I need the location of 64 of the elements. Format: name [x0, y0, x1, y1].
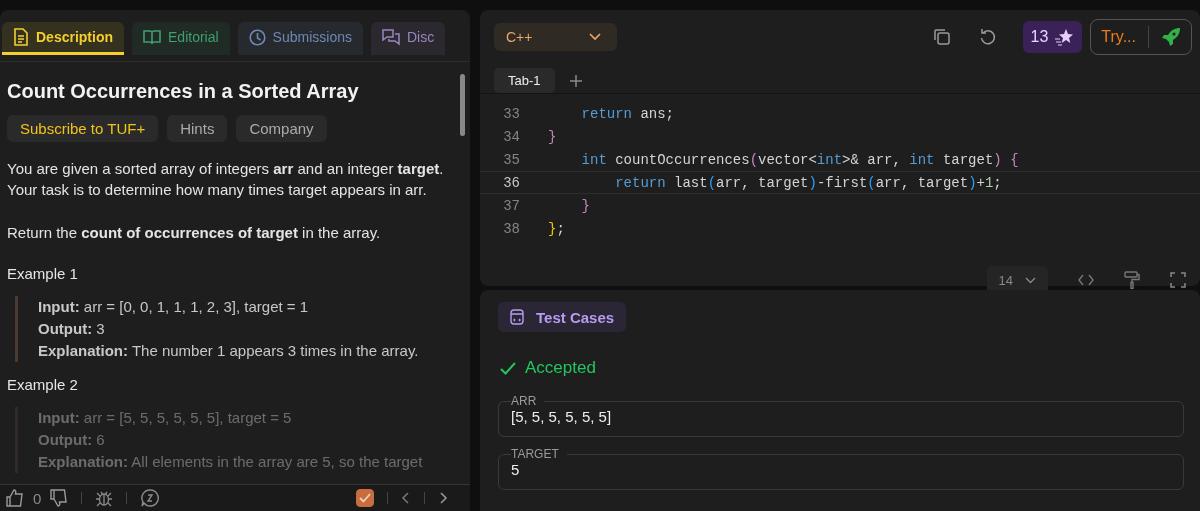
example-line: Output: 6: [38, 430, 106, 450]
previous-icon[interactable]: [401, 491, 411, 505]
example-line: Input: arr = [5, 5, 5, 5, 5, 5], target = 5: [38, 408, 293, 428]
code-line: };: [548, 220, 565, 237]
problem-tab[interactable]: Description: [2, 22, 124, 55]
example-line: Explanation: The number 1 appears 3 times in the array.: [38, 341, 420, 361]
chevron-down-icon: [589, 33, 601, 41]
chat-icon: [382, 28, 400, 46]
thumbs-down-icon[interactable]: [50, 489, 69, 507]
line-number: 38: [502, 220, 521, 237]
streak-badge[interactable]: 13: [1022, 21, 1083, 53]
thumbs-up-icon[interactable]: [6, 489, 24, 507]
book-icon: [143, 29, 161, 45]
language-select[interactable]: C++: [494, 23, 617, 51]
problem-tab[interactable]: Submissions: [237, 22, 363, 55]
check-icon: [500, 361, 516, 375]
code-line: return last(arr, target)-first(arr, target)+1;: [614, 174, 1002, 191]
line-number: 35: [502, 151, 521, 168]
copy-icon[interactable]: [932, 28, 951, 46]
fullscreen-icon[interactable]: [1170, 272, 1186, 288]
clock-icon: [248, 28, 266, 46]
example-heading: Example 1: [7, 265, 79, 282]
editor-tab[interactable]: Tab-1: [494, 68, 555, 93]
code-brackets-icon[interactable]: [1078, 274, 1094, 286]
example-line: Input: arr = [0, 0, 1, 1, 1, 2, 3], target = 1: [38, 297, 310, 317]
try-button[interactable]: Try...: [1090, 19, 1192, 55]
field-label: TARGET: [511, 447, 560, 461]
code-line: int countOccurrences(vector<int>& arr, int target) {: [580, 151, 1019, 168]
next-icon[interactable]: [438, 491, 448, 505]
check-icon: [358, 491, 372, 505]
code-line: }: [580, 197, 590, 214]
input-field[interactable]: TARGET 5: [498, 447, 1184, 490]
problem-tab[interactable]: Editorial: [132, 22, 230, 55]
input-field[interactable]: ARR [5, 5, 5, 5, 5, 5]: [498, 394, 1184, 437]
star-icon: [1054, 28, 1075, 46]
example-heading: Example 2: [7, 376, 79, 393]
problem-title: Count Occurrences in a Sorted Array: [7, 80, 360, 103]
reset-icon[interactable]: [978, 28, 997, 46]
code-line: return ans;: [580, 105, 675, 122]
paint-roller-icon[interactable]: [1124, 271, 1140, 289]
description-paragraph: You are given a sorted array of integers arr and an integer target. Your task is to determine how many times target appears in arr.: [7, 159, 445, 200]
like-count: 0: [33, 489, 42, 507]
field-label: ARR: [511, 394, 538, 408]
test-cases-tab[interactable]: Test Cases: [498, 302, 627, 332]
tag-button[interactable]: Company: [236, 115, 327, 142]
tag-button[interactable]: Subscribe to TUF+: [7, 115, 159, 142]
problem-tab[interactable]: Disc: [371, 22, 446, 55]
line-number: 37: [502, 197, 521, 214]
document-icon: [13, 28, 29, 46]
rocket-icon: [1161, 27, 1181, 47]
description-paragraph: Return the count of occurrences of target in the array.: [7, 223, 382, 243]
bug-icon[interactable]: [95, 489, 114, 507]
example-line: Output: 3: [38, 319, 106, 339]
chat-bubble-icon[interactable]: [140, 488, 161, 508]
tag-button[interactable]: Hints: [167, 115, 228, 142]
chevron-down-icon: [1025, 276, 1036, 284]
status-text: Accepted: [525, 358, 596, 378]
add-tab-icon[interactable]: [568, 73, 583, 88]
line-number: 36: [502, 174, 521, 191]
line-number: 34: [502, 128, 521, 145]
code-line: }: [548, 128, 557, 145]
line-number: 33: [502, 105, 521, 122]
solved-checkbox[interactable]: [356, 489, 374, 507]
example-line: Explanation: All elements in the array are 5, so the target: [38, 452, 424, 472]
